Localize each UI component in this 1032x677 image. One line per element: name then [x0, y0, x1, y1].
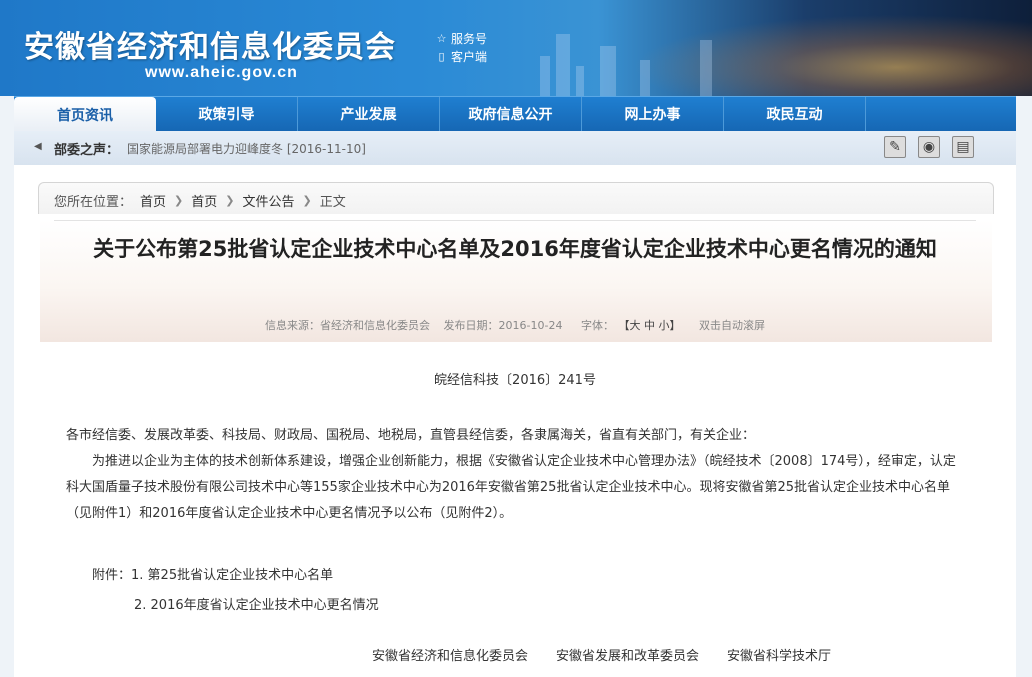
banner-building: [576, 66, 584, 96]
speaker-icon: ◀: [34, 141, 42, 152]
site-header: 安徽省经济和信息化委员会 www.aheic.gov.cn ☆ 服务号 ▯ 客户…: [0, 0, 1032, 96]
chevron-right-icon: ❯: [174, 194, 184, 207]
signatories: 安徽省经济和信息化委员会 安徽省发展和改革委员会 安徽省科学技术厅: [372, 645, 831, 664]
film-icon[interactable]: ▤: [952, 136, 974, 158]
nav-item-home[interactable]: 首页资讯: [14, 97, 156, 133]
nav-item-industry[interactable]: 产业发展: [298, 97, 440, 131]
ticker-news-link[interactable]: 国家能源局部署电力迎峰度冬 [2016-11-10]: [127, 140, 366, 157]
client-app-label: 客户端: [451, 50, 488, 64]
article-source: 信息来源：省经济和信息化委员会: [265, 319, 431, 332]
notepad-icon[interactable]: ✎: [884, 136, 906, 158]
breadcrumb-prefix: 您所在位置：: [54, 195, 133, 210]
font-size-label: 字体：: [580, 319, 614, 332]
breadcrumb-item[interactable]: 首页: [140, 191, 166, 210]
banner-building: [600, 46, 616, 96]
autoscroll-text: 双击自动滚屏: [698, 319, 765, 332]
camera-icon[interactable]: ◉: [918, 136, 940, 158]
star-icon: ☆: [436, 32, 447, 45]
signatory: 安徽省发展和改革委员会: [556, 649, 700, 664]
site-title[interactable]: 安徽省经济和信息化委员会: [24, 22, 396, 66]
nav-item-interaction[interactable]: 政民互动: [724, 97, 866, 131]
main-nav: 首页资讯 政策引导 产业发展 政府信息公开 网上办事 政民互动: [14, 96, 1016, 133]
article-body: 各市经信委、发展改革委、科技局、财政局、国税局、地税局，直管县经信委，各隶属海关…: [66, 423, 960, 527]
chevron-right-icon: ❯: [302, 194, 312, 207]
article-date: 发布日期：2016-10-24: [443, 319, 563, 332]
banner-building: [556, 34, 570, 96]
font-size-options[interactable]: 【大 中 小】: [624, 319, 681, 332]
banner-building: [700, 40, 712, 96]
chevron-right-icon: ❯: [225, 194, 235, 207]
signatory: 安徽省经济和信息化委员会: [372, 649, 529, 664]
banner-building: [540, 56, 550, 96]
header-links: ☆ 服务号 ▯ 客户端: [436, 30, 487, 66]
font-size-control: 字体： 【大 中 小】: [576, 319, 689, 332]
header-banner-glow: [560, 0, 1032, 96]
breadcrumb-current: 正文: [319, 195, 346, 210]
site-url[interactable]: www.aheic.gov.cn: [145, 64, 298, 82]
ticker-icons: ✎ ◉ ▤: [884, 136, 974, 158]
nav-item-policy[interactable]: 政策引导: [156, 97, 298, 131]
ticker-label: 部委之声：: [54, 142, 120, 158]
attachments-label: 附件：: [92, 568, 132, 583]
attachment-link-1[interactable]: 1. 第25批省认定企业技术中心名单: [131, 568, 333, 583]
client-app-link[interactable]: ▯ 客户端: [436, 48, 487, 66]
attachment-link-2[interactable]: 2. 2016年度省认定企业技术中心更名情况: [92, 591, 379, 621]
signatory: 安徽省科学技术厅: [727, 649, 832, 664]
content-panel: 您所在位置： 首页 ❯ 首页 ❯ 文件公告 ❯ 正文 关于公布第25批省认定企业…: [14, 165, 1016, 677]
breadcrumb: 您所在位置： 首页 ❯ 首页 ❯ 文件公告 ❯ 正文: [54, 191, 346, 210]
mobile-icon: ▯: [438, 50, 445, 63]
article-meta: 信息来源：省经济和信息化委员会 发布日期：2016-10-24 字体： 【大 中 …: [54, 317, 976, 333]
news-ticker: ◀ 部委之声： 国家能源局部署电力迎峰度冬 [2016-11-10] ✎ ◉ ▤: [14, 131, 1016, 165]
attachments: 附件：1. 第25批省认定企业技术中心名单 2. 2016年度省认定企业技术中心…: [92, 561, 379, 621]
service-account-label: 服务号: [451, 32, 488, 46]
nav-item-online-service[interactable]: 网上办事: [582, 97, 724, 131]
body-paragraph: 为推进以企业为主体的技术创新体系建设，增强企业创新能力，根据《安徽省认定企业技术…: [66, 454, 956, 521]
nav-item-gov-info[interactable]: 政府信息公开: [440, 97, 582, 131]
breadcrumb-item[interactable]: 首页: [191, 191, 217, 210]
service-account-link[interactable]: ☆ 服务号: [436, 30, 487, 48]
banner-building: [640, 60, 650, 96]
document-number: 皖经信科技〔2016〕241号: [434, 373, 596, 388]
divider: [54, 220, 976, 221]
article-title: 关于公布第25批省认定企业技术中心名单及2016年度省认定企业技术中心更名情况的…: [93, 237, 937, 261]
breadcrumb-item[interactable]: 文件公告: [242, 191, 294, 210]
addressee: 各市经信委、发展改革委、科技局、财政局、国税局、地税局，直管县经信委，各隶属海关…: [66, 428, 756, 443]
